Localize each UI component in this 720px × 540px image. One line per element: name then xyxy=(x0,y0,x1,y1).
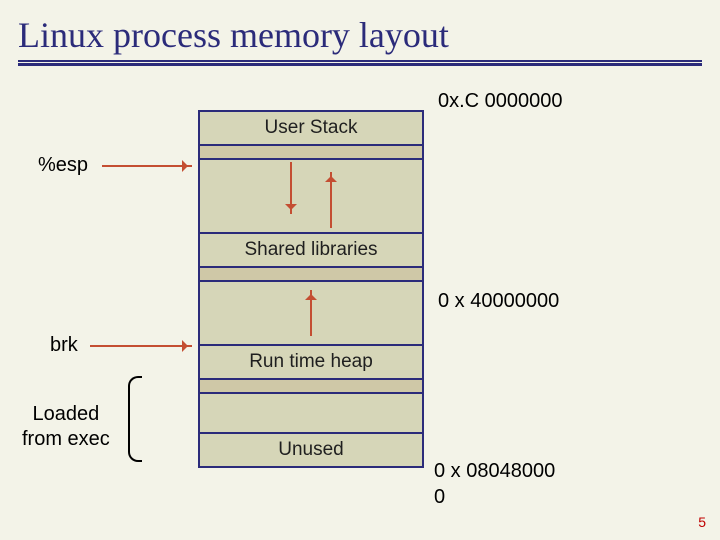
page-number: 5 xyxy=(698,514,706,530)
addr-shared: 0 x 40000000 xyxy=(438,290,559,313)
arrow-heap-grows-up xyxy=(310,290,312,336)
shared-gap xyxy=(200,268,422,282)
label-esp: %esp xyxy=(38,154,88,177)
arrow-toward-stack-up xyxy=(330,172,332,228)
label-loaded-from-exec: Loaded from exec xyxy=(22,402,110,452)
heap-gap xyxy=(200,380,422,394)
slide-title: Linux process memory layout xyxy=(0,0,720,60)
label-brk: brk xyxy=(50,334,78,357)
addr-exec: 0 x 08048000 xyxy=(434,460,555,483)
stack-top-gap xyxy=(200,146,422,160)
arrow-stack-grows-down xyxy=(290,162,292,214)
diagram-canvas: User Stack Shared libraries Run time hea… xyxy=(0,72,720,540)
addr-top: 0x.C 0000000 xyxy=(438,90,563,113)
title-divider xyxy=(18,60,702,66)
brace-loaded-from-exec xyxy=(128,376,142,462)
addr-bottom: 0 xyxy=(434,486,445,509)
segment-heap: Run time heap xyxy=(200,346,422,380)
segment-unused: Unused xyxy=(200,434,422,468)
stack-growth-space xyxy=(200,160,422,234)
segment-user-stack: User Stack xyxy=(200,112,422,146)
arrow-esp xyxy=(102,165,192,167)
arrow-brk xyxy=(90,345,192,347)
segment-shared-libs: Shared libraries xyxy=(200,234,422,268)
exec-segment xyxy=(200,394,422,434)
